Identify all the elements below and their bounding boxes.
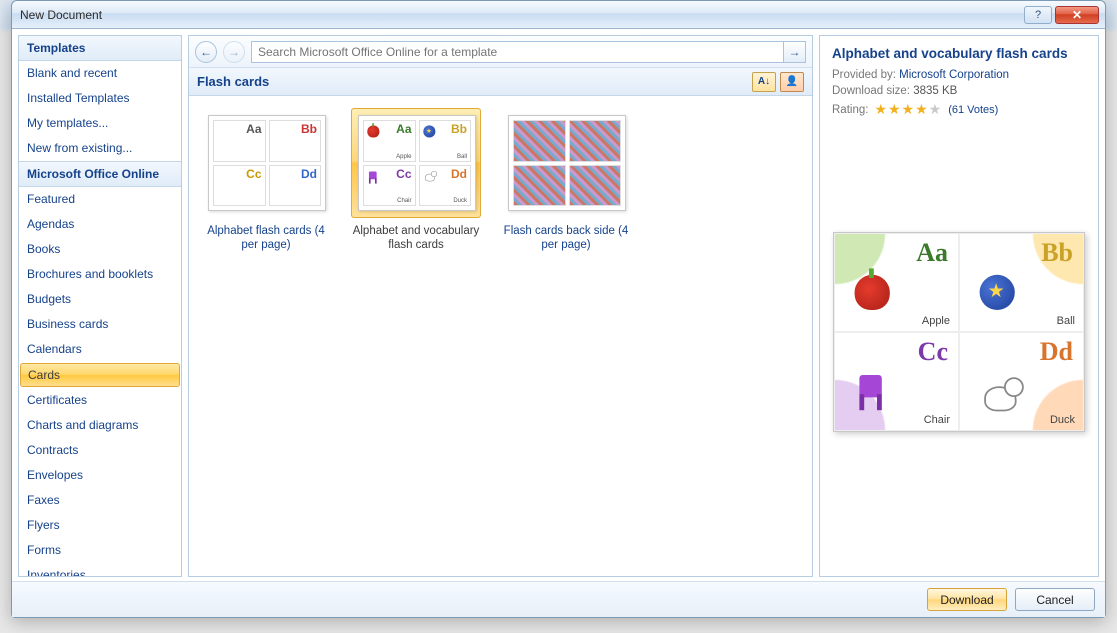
sidebar-list[interactable]: Blank and recentInstalled TemplatesMy te… (19, 61, 181, 576)
sidebar-item-budgets[interactable]: Budgets (19, 287, 181, 312)
sidebar-item-forms[interactable]: Forms (19, 538, 181, 563)
search-box[interactable]: → (251, 41, 806, 63)
new-document-dialog: New Document ? ✕ Templates Blank and rec… (11, 0, 1106, 618)
sidebar-item-contracts[interactable]: Contracts (19, 438, 181, 463)
gallery-toolbar: ← → → (189, 36, 812, 68)
sidebar-item-brochures-and-booklets[interactable]: Brochures and booklets (19, 262, 181, 287)
preview-rating: Rating: ★★★★★ (61 Votes) (832, 101, 1086, 118)
templates-sidebar: Templates Blank and recentInstalled Temp… (18, 35, 182, 577)
sidebar-header: Templates (19, 36, 181, 61)
sidebar-item-blank-and-recent[interactable]: Blank and recent (19, 61, 181, 86)
close-button[interactable]: ✕ (1055, 6, 1099, 24)
category-header: Flash cards A↓ 👤 (189, 68, 812, 96)
sidebar-item-my-templates[interactable]: My templates... (19, 111, 181, 136)
sidebar-item-featured[interactable]: Featured (19, 187, 181, 212)
sidebar-item-envelopes[interactable]: Envelopes (19, 463, 181, 488)
template-gallery: Aa Bb Cc Dd Alphabet flash cards (4 per … (189, 96, 812, 576)
sidebar-item-inventories[interactable]: Inventories (19, 563, 181, 576)
sidebar-item-certificates[interactable]: Certificates (19, 388, 181, 413)
preview-download-size: Download size: 3835 KB (832, 85, 1086, 97)
sort-button[interactable]: A↓ (752, 72, 776, 92)
template-item[interactable]: AaApple BbBall CcChair DdDuck Alphabet a… (351, 108, 481, 253)
sidebar-item-new-from-existing[interactable]: New from existing... (19, 136, 181, 161)
preview-thumbnail: Aa Apple Bb Ball Cc Chair (833, 232, 1085, 432)
sidebar-item-books[interactable]: Books (19, 237, 181, 262)
dialog-footer: Download Cancel (12, 581, 1105, 617)
window-title: New Document (20, 8, 102, 22)
preview-panel: Alphabet and vocabulary flash cards Prov… (819, 35, 1099, 577)
titlebar: New Document ? ✕ (12, 1, 1105, 29)
download-button[interactable]: Download (927, 588, 1007, 611)
sidebar-item-microsoft-office-online[interactable]: Microsoft Office Online (19, 161, 181, 187)
sidebar-item-business-cards[interactable]: Business cards (19, 312, 181, 337)
search-input[interactable] (252, 45, 783, 59)
search-go-button[interactable]: → (783, 42, 805, 62)
cancel-button[interactable]: Cancel (1015, 588, 1095, 611)
sidebar-item-calendars[interactable]: Calendars (19, 337, 181, 362)
customer-submitted-button[interactable]: 👤 (780, 72, 804, 92)
help-button[interactable]: ? (1024, 6, 1052, 24)
sidebar-item-charts-and-diagrams[interactable]: Charts and diagrams (19, 413, 181, 438)
template-item[interactable]: Aa Bb Cc Dd Alphabet flash cards (4 per … (201, 108, 331, 253)
preview-provided-by: Provided by: Microsoft Corporation (832, 69, 1086, 81)
nav-back-button[interactable]: ← (195, 41, 217, 63)
nav-forward-button[interactable]: → (223, 41, 245, 63)
sidebar-item-installed-templates[interactable]: Installed Templates (19, 86, 181, 111)
star-icon: ★★★★★ (874, 101, 942, 118)
sidebar-item-faxes[interactable]: Faxes (19, 488, 181, 513)
template-item[interactable]: Flash cards back side (4 per page) (501, 108, 631, 253)
sidebar-item-cards[interactable]: Cards (20, 363, 180, 387)
preview-title: Alphabet and vocabulary flash cards (832, 46, 1086, 61)
sidebar-item-agendas[interactable]: Agendas (19, 212, 181, 237)
template-gallery-panel: ← → → Flash cards A↓ 👤 Aa Bb Cc Dd Alpha… (188, 35, 813, 577)
category-title: Flash cards (197, 74, 269, 89)
sidebar-item-flyers[interactable]: Flyers (19, 513, 181, 538)
